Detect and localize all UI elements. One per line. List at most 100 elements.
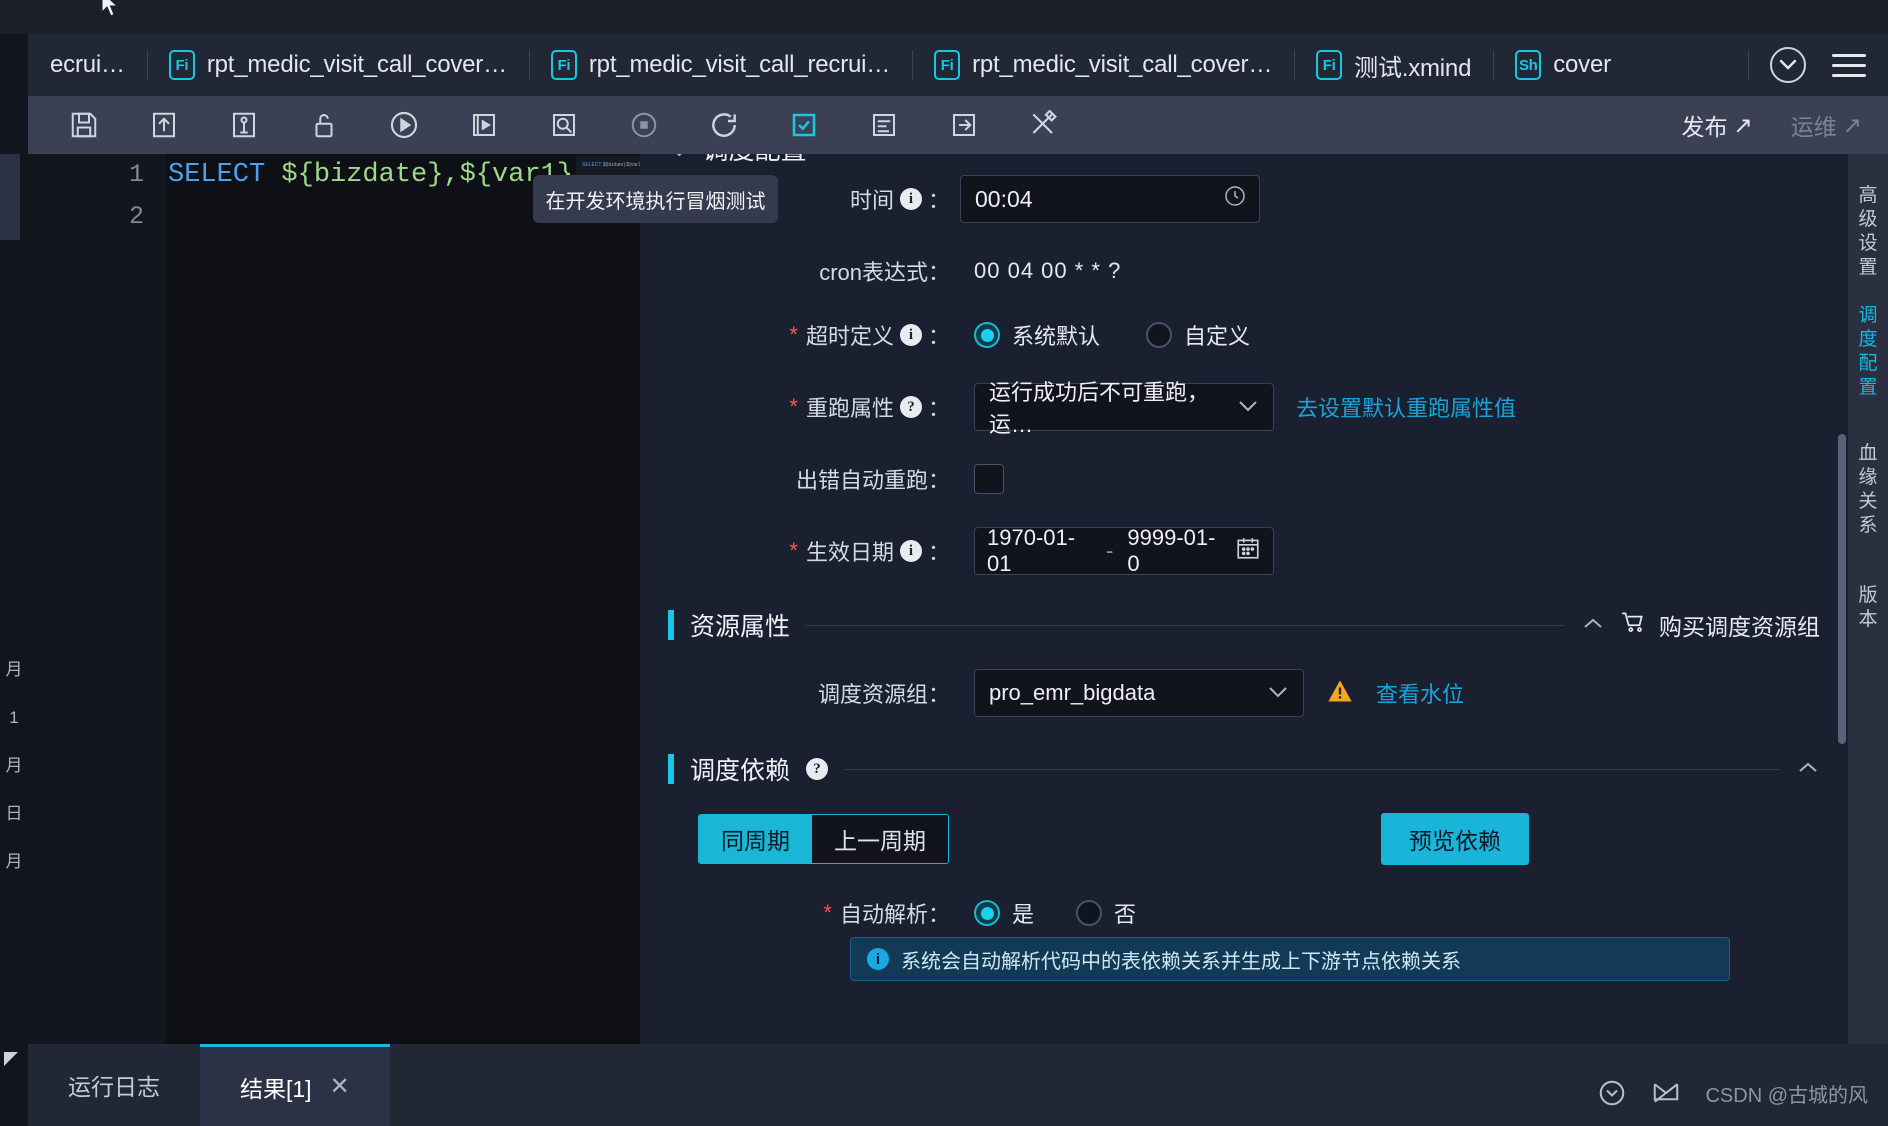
beautify-icon[interactable] [1004, 96, 1084, 154]
panel-title-row: ⌄ 调度配置 [640, 154, 1848, 175]
field-auto-rerun-label: 出错自动重跑： [640, 463, 960, 495]
smoke-test-icon[interactable] [764, 96, 844, 154]
go-to-icon[interactable] [924, 96, 1004, 154]
tab-label: rpt_medic_visit_call_cover… [207, 51, 507, 79]
left-rail-label-1[interactable]: 1 [0, 708, 28, 728]
left-rail-label-2[interactable]: 月 [0, 756, 28, 776]
run-icon[interactable] [364, 96, 444, 154]
tab-label: rpt_medic_visit_call_cover… [972, 51, 1272, 79]
rerun-select[interactable]: 运行成功后不可重跑，运… [974, 383, 1274, 431]
rail-item-advanced-settings[interactable]: 高级设置 [1848, 184, 1888, 280]
tab-item-4[interactable]: Fi 测试.xmind [1294, 34, 1493, 96]
set-default-rerun-link[interactable]: 去设置默认重跑属性值 [1296, 391, 1516, 423]
close-icon[interactable]: ✕ [330, 1072, 350, 1101]
timeout-radio-system-default[interactable]: 系统默认 [974, 319, 1100, 351]
info-icon[interactable]: i [900, 540, 922, 562]
resource-section-title: 资源属性 [690, 607, 790, 643]
toolbar-left-rail [0, 96, 28, 154]
lock-icon[interactable] [284, 96, 364, 154]
question-icon[interactable]: ? [900, 396, 922, 418]
stop-icon[interactable] [604, 96, 684, 154]
auto-parse-radio-yes[interactable]: 是 [974, 897, 1034, 929]
run-step-icon[interactable] [444, 96, 524, 154]
clock-icon[interactable] [1223, 184, 1247, 214]
buy-resource-group-link[interactable]: 购买调度资源组 [1619, 608, 1820, 642]
field-valid-date: * 生效日期 i ： 1970-01-01 - 9999-01-0 [640, 527, 1848, 575]
tab-item-3[interactable]: Fi rpt_medic_visit_call_cover… [912, 34, 1294, 96]
bottom-tab-run-log[interactable]: 运行日志 [28, 1044, 200, 1126]
segment-same-period[interactable]: 同周期 [699, 815, 812, 863]
page-title: 调度配置 [702, 154, 806, 167]
bottom-tab-label: 运行日志 [68, 1068, 160, 1102]
ops-button[interactable]: 运维 ↗ [1791, 108, 1862, 142]
info-icon[interactable]: i [900, 188, 922, 210]
chevron-up-icon[interactable] [1581, 612, 1605, 638]
tab-item-2[interactable]: Fi rpt_medic_visit_call_recrui… [529, 34, 912, 96]
external-link-arrow-icon: ↗ [1843, 112, 1862, 139]
publish-button[interactable]: 发布 ↗ [1681, 108, 1752, 142]
bottom-right-controls: CSDN @古城的风 [1597, 1078, 1888, 1126]
bottom-tab-results[interactable]: 结果[1] ✕ [200, 1044, 390, 1126]
field-resource-group: 调度资源组： pro_emr_bigdata 查看水位 [640, 669, 1848, 717]
chevron-up-icon[interactable]: ⌄ [670, 154, 688, 162]
editor-code-area[interactable]: SELECT ${bizdate},${var1} SELECT ${bizda… [166, 154, 692, 1044]
radio-label: 自定义 [1184, 319, 1250, 351]
auto-parse-info-banner: i 系统会自动解析代码中的表依赖关系并生成上下游节点依赖关系 [850, 937, 1730, 981]
resource-group-select[interactable]: pro_emr_bigdata [974, 669, 1304, 717]
sql-editor[interactable]: 1 2 SELECT ${bizdate},${var1} SELECT ${b… [28, 154, 692, 1044]
hamburger-menu-icon[interactable] [1832, 54, 1866, 77]
format-icon[interactable] [204, 96, 284, 154]
editor-toolbar: 发布 ↗ 运维 ↗ [0, 96, 1888, 154]
dependency-controls-row: 同周期 上一周期 预览依赖 [640, 813, 1848, 865]
rail-item-version[interactable]: 版本 [1848, 584, 1888, 632]
left-vertical-rail [0, 154, 28, 1126]
refresh-icon[interactable] [684, 96, 764, 154]
field-rerun: * 重跑属性 ? ： 运行成功后不可重跑，运… 去设置默认重跑属性值 [640, 383, 1848, 431]
help-circle-icon[interactable] [1597, 1078, 1627, 1108]
radio-dot [1076, 900, 1102, 926]
tabbar-controls [1748, 34, 1888, 96]
rail-item-schedule-config[interactable]: 调度配置 [1848, 304, 1888, 400]
parameters-icon[interactable] [844, 96, 924, 154]
save-icon[interactable] [44, 96, 124, 154]
auto-rerun-checkbox[interactable] [974, 464, 1004, 494]
tab-item-0[interactable]: ecrui… [28, 34, 147, 96]
field-auto-parse: * 自动解析： 是 否 [640, 897, 1848, 929]
required-marker: * [789, 396, 798, 418]
info-icon[interactable]: i [900, 324, 922, 346]
segment-previous-period[interactable]: 上一周期 [812, 815, 948, 863]
calendar-icon[interactable] [1235, 535, 1261, 567]
ops-label: 运维 [1791, 108, 1837, 142]
panel-scrollbar[interactable] [1838, 434, 1846, 744]
radio-label: 是 [1012, 897, 1034, 929]
collapse-corner-icon[interactable] [4, 1052, 18, 1066]
upload-icon[interactable] [124, 96, 204, 154]
dry-run-icon[interactable] [524, 96, 604, 154]
view-water-level-link[interactable]: 查看水位 [1376, 677, 1464, 709]
rail-item-lineage[interactable]: 血缘关系 [1848, 442, 1888, 538]
left-rail-label-0[interactable]: 月 [0, 660, 28, 680]
buy-resource-group-label: 购买调度资源组 [1659, 608, 1820, 642]
field-auto-parse-label: * 自动解析： [640, 897, 960, 929]
question-circle-icon[interactable]: ? [806, 758, 828, 780]
field-auto-rerun: 出错自动重跑： [640, 463, 1848, 495]
tab-item-1[interactable]: Fi rpt_medic_visit_call_cover… [147, 34, 529, 96]
resource-section-tail: 购买调度资源组 [1581, 608, 1820, 642]
rerun-label-text: 重跑属性 [806, 391, 894, 423]
editor-gutter: 1 2 [28, 154, 166, 1044]
file-type-icon: Fi [1316, 50, 1342, 80]
tab-item-5[interactable]: Sh cover [1493, 34, 1633, 96]
time-input[interactable]: 00:04 [960, 175, 1260, 223]
timeout-radio-custom[interactable]: 自定义 [1146, 319, 1250, 351]
auto-parse-radio-no[interactable]: 否 [1076, 897, 1136, 929]
left-rail-label-3[interactable]: 日 [0, 804, 28, 824]
field-auto-parse-control: 是 否 [974, 897, 1136, 929]
left-rail-label-4[interactable]: 月 [0, 852, 28, 872]
file-type-icon: Sh [1515, 50, 1541, 80]
valid-date-range-input[interactable]: 1970-01-01 - 9999-01-0 [974, 527, 1274, 575]
feedback-icon[interactable] [1651, 1078, 1681, 1108]
chevron-down-circle-icon[interactable] [1770, 47, 1806, 83]
preview-dependency-button[interactable]: 预览依赖 [1381, 813, 1529, 865]
line-number: 1 [28, 154, 166, 196]
chevron-up-icon[interactable] [1796, 756, 1820, 782]
